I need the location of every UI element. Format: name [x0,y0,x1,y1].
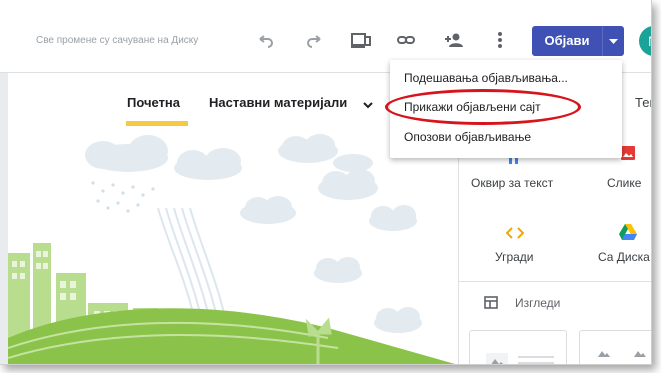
more-vert-icon[interactable] [488,28,512,52]
insert-text-box[interactable]: Оквир за текст [471,176,553,190]
drive-icon [619,224,637,245]
share-add-person-icon[interactable] [442,28,466,52]
menu-item-unpublish[interactable]: Опозови објављивање [404,130,531,144]
insert-embed[interactable]: Угради [495,250,534,264]
publish-label: Објави [544,33,590,48]
image-placeholder-icon [596,345,612,363]
panel-divider [459,281,651,282]
publish-dropdown-icon[interactable] [603,26,624,56]
nav-item-materials[interactable]: Наставни материјали [209,95,347,110]
undo-icon[interactable] [254,28,278,52]
layout-option-2[interactable] [579,330,651,364]
layout-option-1[interactable] [469,330,567,364]
link-icon[interactable] [394,28,418,52]
image-placeholder-icon [486,353,508,364]
insert-images[interactable]: Слике [607,176,641,190]
highlight-annotation [385,89,581,125]
publish-button[interactable]: Објави [532,26,624,56]
nav-active-underline [126,121,188,126]
page-canvas[interactable]: Почетна Наставни материјали [0,73,455,364]
nav-item-home[interactable]: Почетна [127,95,180,110]
save-status-text: Све промене су сачуване на Диску [36,35,199,46]
tab-themes[interactable]: Тем [635,95,651,110]
layouts-icon [484,296,498,314]
redo-icon[interactable] [302,28,326,52]
insert-from-drive[interactable]: Са Диска [598,250,650,264]
chevron-down-icon[interactable] [362,97,374,115]
menu-item-publish-settings[interactable]: Подешавања објављивања... [404,71,568,85]
image-placeholder-icon [632,345,648,363]
images-icon [621,146,635,165]
avatar[interactable]: N [639,26,651,56]
layouts-label: Изгледи [515,296,561,310]
header-illustration [8,134,455,364]
embed-icon [505,226,525,245]
canvas-left-edge [0,73,8,364]
device-preview-icon[interactable] [349,28,373,52]
sites-editor-window: Све промене су сачуване на Диску Објави … [0,0,652,365]
